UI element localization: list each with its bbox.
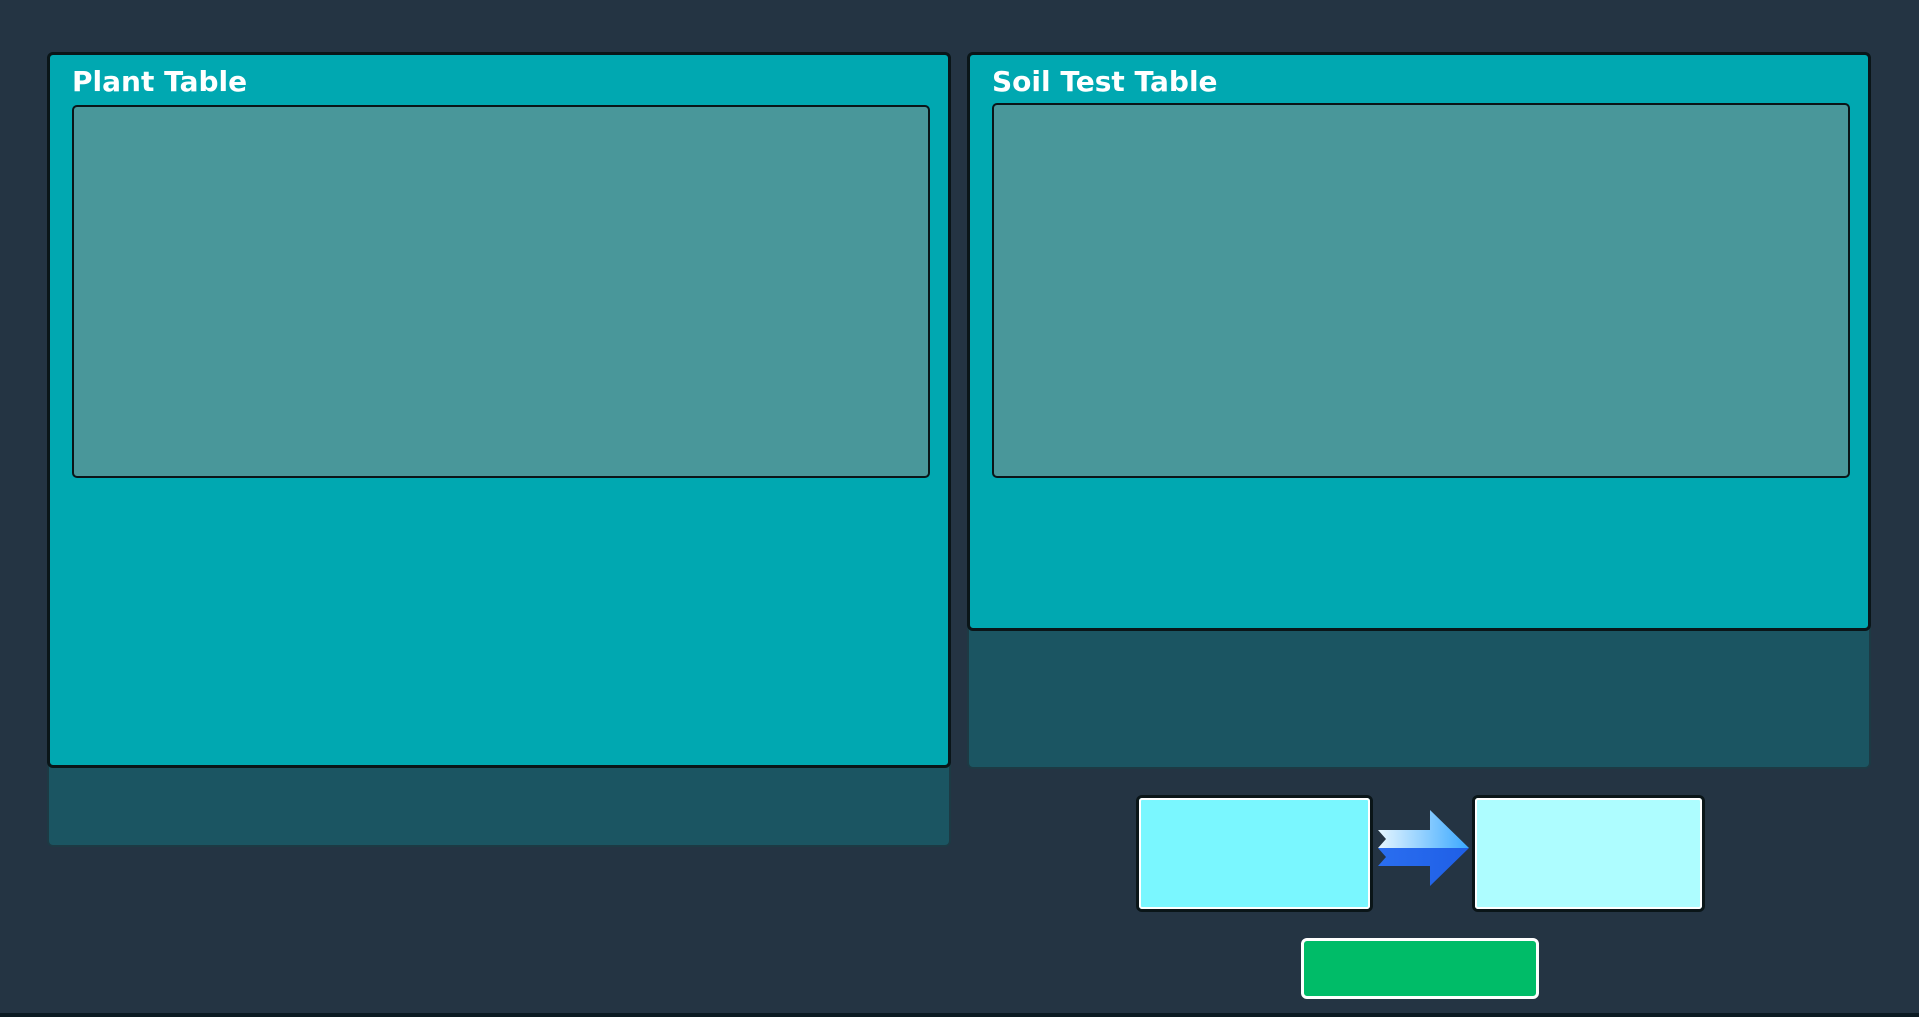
target-drop-box[interactable]: [1472, 795, 1705, 912]
plant-table-title: Plant Table: [72, 65, 248, 98]
arrow-right-icon: [1378, 810, 1469, 886]
soil-test-table-panel: Soil Test Table: [967, 52, 1871, 631]
plant-table-grid[interactable]: [72, 105, 930, 478]
source-drop-box[interactable]: [1136, 795, 1373, 912]
soil-test-table-grid[interactable]: [992, 103, 1850, 478]
soil-test-table-title: Soil Test Table: [992, 65, 1218, 98]
plant-table-panel: Plant Table: [47, 52, 951, 768]
submit-button[interactable]: [1301, 938, 1539, 999]
bottom-divider: [0, 1013, 1919, 1017]
app-page: Plant Table Soil Test Table: [0, 0, 1919, 1017]
